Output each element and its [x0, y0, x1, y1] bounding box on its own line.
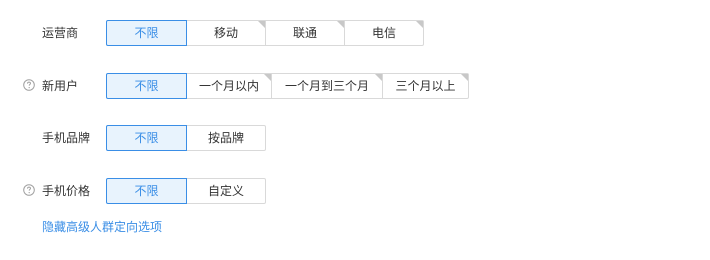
- corner-triangle-icon: [337, 21, 344, 28]
- option-phone-brand-unlimited[interactable]: 不限: [106, 125, 187, 151]
- option-new-user-unlimited[interactable]: 不限: [106, 73, 187, 99]
- filter-row-phone-brand: 手机品牌 不限 按品牌: [0, 125, 710, 151]
- option-label: 一个月到三个月: [284, 79, 369, 93]
- corner-triangle-icon: [258, 21, 265, 28]
- corner-triangle-icon: [416, 21, 423, 28]
- corner-triangle-icon: [264, 74, 271, 81]
- filter-label-phone-price: 手机价格: [42, 184, 91, 198]
- hide-advanced-targeting-link[interactable]: 隐藏高级人群定向选项: [42, 219, 162, 235]
- option-label: 电信: [371, 26, 396, 40]
- phone-price-option-group: 不限 自定义: [106, 178, 266, 204]
- option-new-user-over-three-months[interactable]: 三个月以上: [382, 73, 469, 99]
- filter-label-operator: 运营商: [42, 26, 79, 40]
- option-phone-price-custom[interactable]: 自定义: [186, 178, 266, 204]
- filter-label-new-user: 新用户: [42, 79, 79, 93]
- operator-option-group: 不限 移动 联通 电信: [106, 20, 424, 46]
- filter-row-operator: 运营商 不限 移动 联通 电信: [0, 20, 710, 46]
- question-circle-icon[interactable]: [23, 79, 35, 91]
- new-user-option-group: 不限 一个月以内 一个月到三个月 三个月以上: [106, 73, 469, 99]
- question-circle-icon[interactable]: [23, 184, 35, 196]
- option-label: 移动: [213, 26, 238, 40]
- option-operator-unicom[interactable]: 联通: [265, 20, 345, 46]
- corner-triangle-icon: [461, 74, 468, 81]
- option-operator-unlimited[interactable]: 不限: [106, 20, 187, 46]
- phone-brand-option-group: 不限 按品牌: [106, 125, 266, 151]
- option-label: 一个月以内: [198, 79, 259, 93]
- filter-row-new-user: 新用户 不限 一个月以内 一个月到三个月 三个月以上: [0, 73, 710, 99]
- option-operator-telecom[interactable]: 电信: [344, 20, 424, 46]
- option-operator-mobile[interactable]: 移动: [186, 20, 266, 46]
- option-label: 联通: [292, 26, 317, 40]
- option-phone-brand-by-brand[interactable]: 按品牌: [186, 125, 266, 151]
- option-phone-price-unlimited[interactable]: 不限: [106, 178, 187, 204]
- corner-triangle-icon: [375, 74, 382, 81]
- filter-row-phone-price: 手机价格 不限 自定义: [0, 178, 710, 204]
- option-new-user-one-to-three-months[interactable]: 一个月到三个月: [271, 73, 383, 99]
- option-new-user-within-one-month[interactable]: 一个月以内: [186, 73, 272, 99]
- option-label: 三个月以上: [395, 79, 456, 93]
- filter-label-phone-brand: 手机品牌: [42, 131, 91, 145]
